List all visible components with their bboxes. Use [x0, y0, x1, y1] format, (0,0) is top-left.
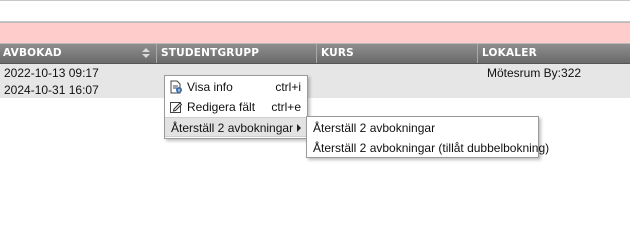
- submenu-item-aterstall[interactable]: Återställ 2 avbokningar: [307, 118, 538, 138]
- submenu: Återställ 2 avbokningar Återställ 2 avbo…: [306, 116, 549, 158]
- menu-item-visa-info[interactable]: Visa info ctrl+i: [165, 77, 307, 97]
- column-header-studentgrupp[interactable]: STUDENTGRUPP: [156, 44, 316, 63]
- table-row[interactable]: 2022-10-13 09:17 2024-10-31 16:07 Mötesr…: [0, 64, 630, 98]
- column-header-avbokad[interactable]: AVBOKAD: [0, 44, 156, 63]
- column-header-label: STUDENTGRUPP: [161, 47, 260, 59]
- menu-item-label: Återställ 2 avbokningar: [171, 121, 294, 135]
- column-header-kurs[interactable]: KURS: [316, 44, 477, 63]
- edit-icon: [169, 100, 183, 114]
- context-menu: Visa info ctrl+i Redigera fält ctrl+e Åt…: [164, 75, 308, 139]
- menu-item-label: Visa info: [187, 80, 233, 94]
- alert-bar: [0, 22, 630, 44]
- column-header-label: AVBOKAD: [3, 47, 62, 59]
- menu-item-redigera-falt[interactable]: Redigera fält ctrl+e: [165, 97, 307, 117]
- avbokad-cell: 2024-10-31 16:07: [4, 83, 99, 97]
- sort-icon[interactable]: [142, 48, 150, 59]
- avbokad-cell: 2022-10-13 09:17: [4, 66, 99, 80]
- menu-item-label: Återställ 2 avbokningar (tillåt dubbelbo…: [313, 141, 550, 155]
- submenu-item-aterstall-dubbelbokning[interactable]: Återställ 2 avbokningar (tillåt dubbelbo…: [307, 138, 549, 158]
- menu-item-shortcut: ctrl+e: [271, 100, 301, 114]
- menu-item-aterstall[interactable]: Återställ 2 avbokningar: [165, 117, 307, 137]
- column-header-lokaler[interactable]: LOKALER: [477, 44, 630, 63]
- menu-item-label: Återställ 2 avbokningar: [313, 121, 436, 135]
- top-toolbar-strip: [0, 0, 630, 22]
- lokaler-cell: Mötesrum By:322: [487, 66, 582, 80]
- submenu-arrow-icon: [297, 124, 301, 132]
- column-header-label: KURS: [321, 47, 354, 59]
- menu-item-label: Redigera fält: [187, 100, 256, 114]
- info-document-icon: [169, 80, 183, 94]
- menu-item-shortcut: ctrl+i: [275, 80, 301, 94]
- table-header: AVBOKAD STUDENTGRUPP KURS LOKALER: [0, 44, 630, 64]
- column-header-label: LOKALER: [482, 47, 537, 59]
